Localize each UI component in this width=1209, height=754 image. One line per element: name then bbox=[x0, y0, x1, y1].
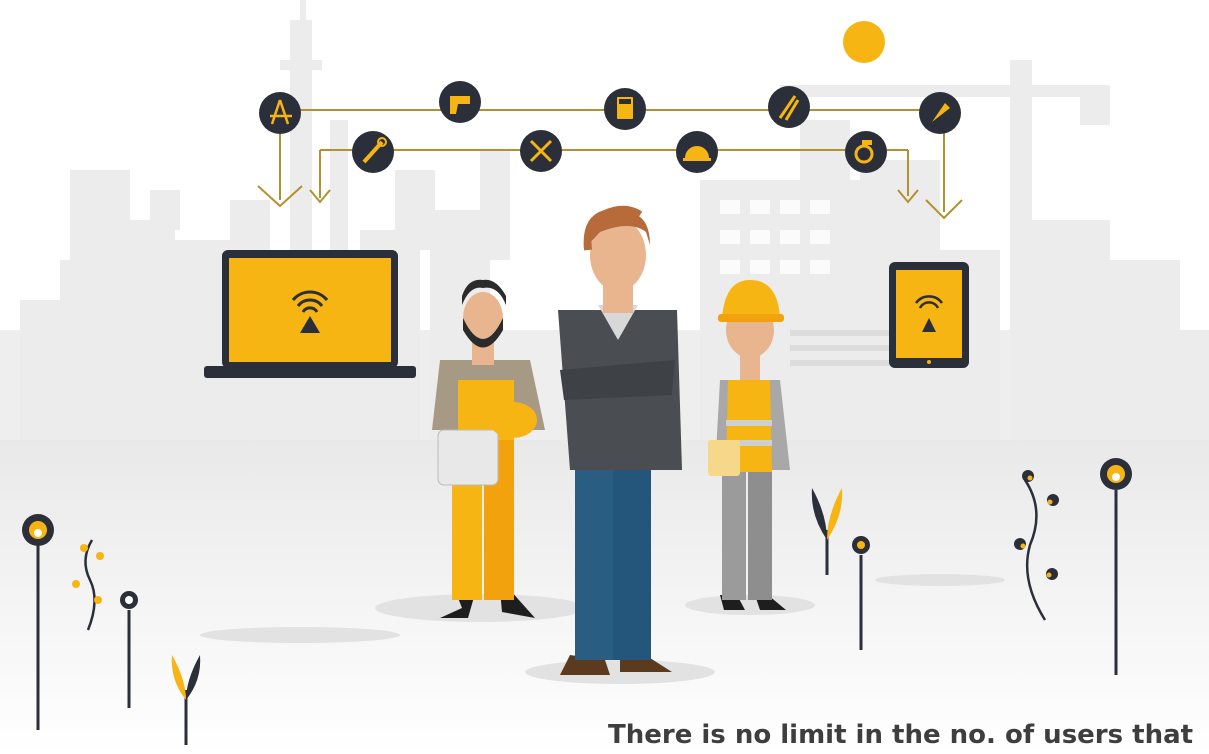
wrench-icon bbox=[352, 131, 394, 173]
laptop bbox=[204, 250, 416, 378]
saw-blade-icon bbox=[676, 131, 718, 173]
tape-measure-icon bbox=[845, 131, 887, 173]
sun-icon bbox=[843, 21, 885, 63]
caption-text: There is no limit in the no. of users th… bbox=[608, 720, 1194, 750]
hammer-wrench-icon bbox=[520, 130, 562, 172]
calculator-icon bbox=[604, 88, 646, 130]
pliers-icon bbox=[768, 86, 810, 128]
trowel-icon bbox=[919, 92, 961, 134]
drill-icon bbox=[439, 81, 481, 123]
compass-icon bbox=[259, 92, 301, 134]
tablet bbox=[889, 262, 969, 368]
construction-illustration bbox=[0, 0, 1209, 754]
